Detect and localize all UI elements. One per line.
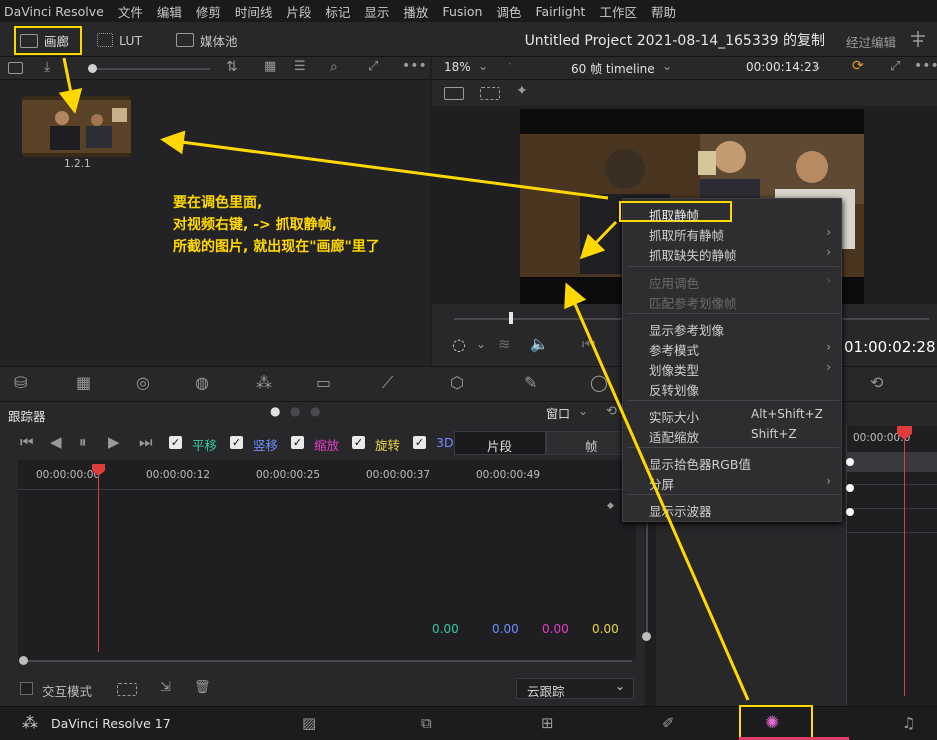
arrow-to-gallery (160, 130, 609, 200)
arrow-to-video (564, 282, 750, 701)
annotation-overlay (58, 57, 750, 701)
arrow-to-gallery-still (58, 57, 83, 114)
arrow-to-menu-item (579, 220, 618, 260)
